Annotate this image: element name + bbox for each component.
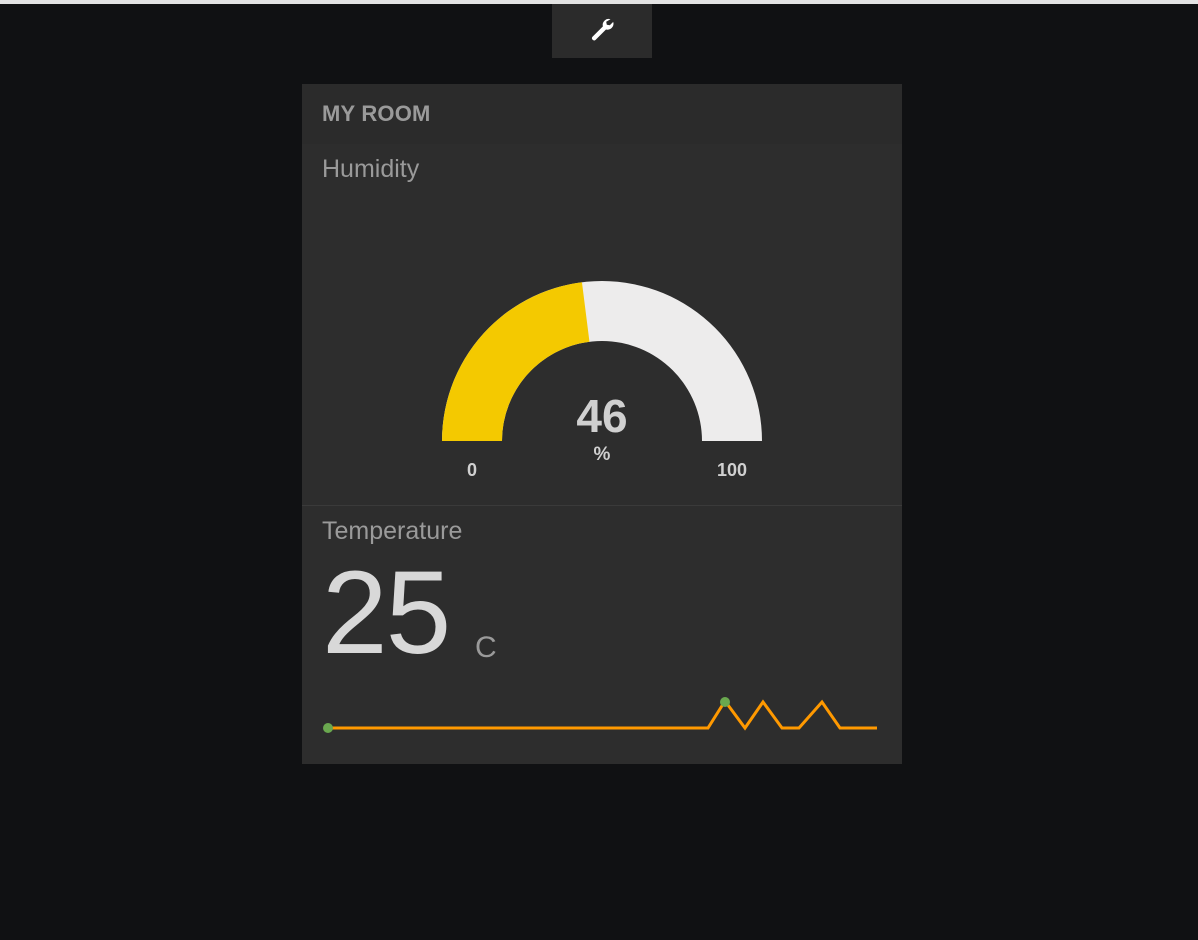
settings-button[interactable] [552,4,652,58]
gauge-value: 46 [576,390,627,442]
sparkline-start-marker [323,723,333,733]
gauge-min-label: 0 [467,460,477,480]
wrench-icon [589,16,615,47]
sparkline-line [328,698,877,731]
gauge-max-label: 100 [717,460,747,480]
sparkline-max-marker [720,697,730,707]
pane-header: MY ROOM [302,84,902,145]
humidity-gauge: 46 % 0 100 [442,281,762,480]
gauge-units: % [594,444,611,465]
my-room-pane: MY ROOM Humidity 46 % 0 100 Temperature … [302,84,902,764]
gauge-fill [442,282,590,441]
temperature-widget: Temperature 25 C [302,506,902,764]
humidity-gauge-widget: Humidity 46 % 0 100 [302,144,902,506]
pane-title: MY ROOM [322,101,431,126]
temperature-sparkline [323,697,877,733]
